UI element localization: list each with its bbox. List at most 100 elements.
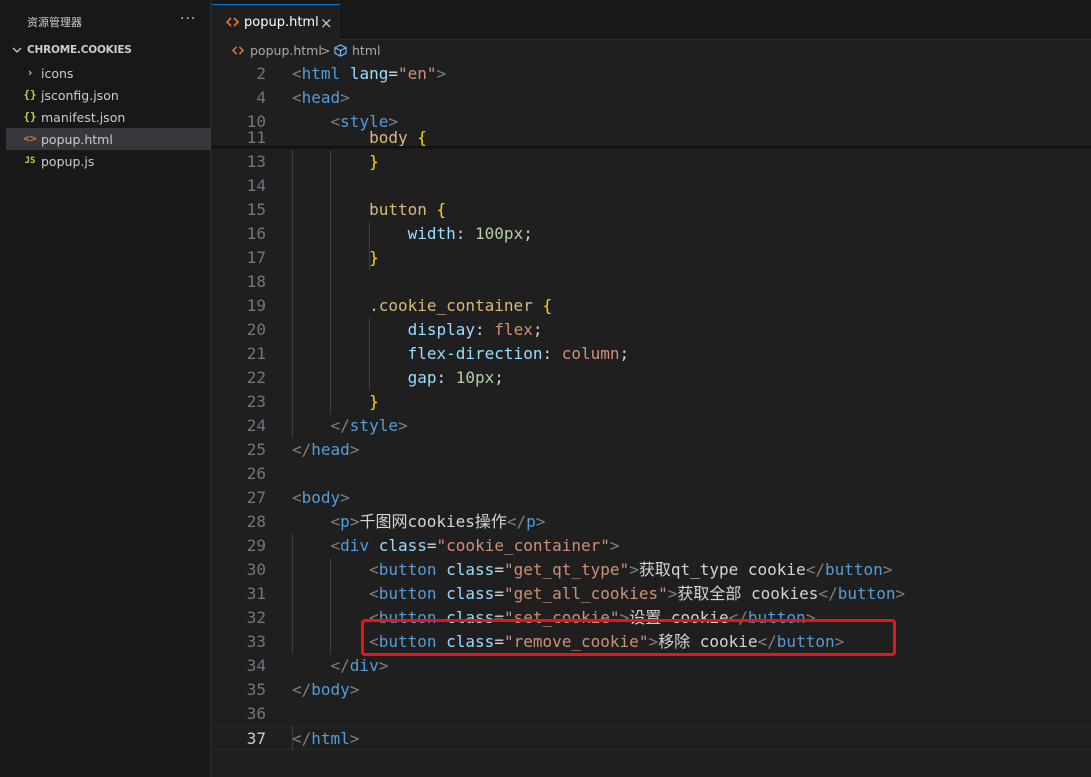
code-line[interactable]: 2 <html lang="en">: [212, 62, 1091, 86]
code-line[interactable]: 37 </html>: [212, 726, 1091, 750]
line-number: 24: [246, 416, 266, 435]
code-token: =: [494, 560, 504, 579]
code-token: >: [340, 488, 350, 507]
line-number: 4: [256, 88, 266, 107]
code-line[interactable]: 23 }: [212, 390, 1091, 414]
code-token: >: [895, 584, 906, 603]
code-line[interactable]: 19 .cookie_container {: [212, 294, 1091, 318]
code-line[interactable]: 17 }: [212, 246, 1091, 270]
code-token: <: [369, 584, 379, 603]
code-line[interactable]: 22 gap: 10px;: [212, 366, 1091, 390]
tree-item-popup-js[interactable]: JS popup.js: [6, 150, 211, 172]
code-token: </: [805, 560, 825, 579]
indent-guide: [330, 150, 331, 414]
code-line[interactable]: 20 display: flex;: [212, 318, 1091, 342]
code-line[interactable]: 35 </body>: [212, 678, 1091, 702]
explorer-title: 资源管理器: [27, 16, 82, 29]
code-token: :: [455, 224, 476, 243]
html-file-icon: [226, 17, 239, 27]
code-line[interactable]: 26: [212, 462, 1091, 486]
code-token: head: [311, 440, 350, 459]
tree-item-label: manifest.json: [41, 110, 126, 125]
code-token: </: [818, 584, 838, 603]
code-line[interactable]: 16 width: 100px;: [212, 222, 1091, 246]
close-icon[interactable]: ×: [320, 14, 333, 32]
code-token: column: [561, 344, 620, 363]
code-token: :: [475, 320, 495, 339]
line-code: width: 100px;: [292, 222, 533, 246]
line-code: </head>: [292, 438, 359, 462]
code-token: <: [292, 64, 302, 83]
code-line[interactable]: 29 <div class="cookie_container">: [212, 534, 1091, 558]
highlight-annotation-box: [361, 619, 896, 656]
code-token: class: [446, 584, 495, 603]
code-token: html: [301, 64, 341, 83]
code-line[interactable]: 21 flex-direction: column;: [212, 342, 1091, 366]
code-line[interactable]: 31 <button class="get_all_cookies">获取全部 …: [212, 582, 1091, 606]
tab-popup-html[interactable]: popup.html ×: [212, 4, 340, 40]
tree-item-icons-folder[interactable]: › icons: [6, 62, 211, 84]
code-token: "en": [397, 64, 437, 83]
json-file-icon: {}: [23, 88, 37, 101]
code-token: >: [629, 560, 639, 579]
code-token: </: [292, 729, 312, 748]
editor-tab-bar: popup.html ×: [212, 0, 1091, 40]
tree-item-label: popup.js: [41, 154, 95, 169]
line-code: <button class="get_all_cookies">获取全部 coo…: [292, 582, 905, 606]
code-line[interactable]: 13 }: [212, 150, 1091, 174]
code-line[interactable]: 24 </style>: [212, 414, 1091, 438]
line-number: 17: [246, 248, 266, 267]
tree-item-label: icons: [41, 66, 74, 81]
code-token: "get_qt_type": [503, 560, 630, 579]
workspace-folder[interactable]: CHROME.COOKIES: [0, 40, 211, 62]
workspace-folder-name: CHROME.COOKIES: [27, 44, 132, 56]
tree-item-jsconfig[interactable]: {} jsconfig.json: [6, 84, 211, 106]
code-line[interactable]: 30 <button class="get_qt_type">获取qt_type…: [212, 558, 1091, 582]
code-line[interactable]: 4 <head>: [212, 86, 1091, 110]
code-line[interactable]: 14: [212, 174, 1091, 198]
breadcrumb-file[interactable]: popup.html: [250, 43, 322, 58]
line-code: <p>千图网cookies操作</p>: [292, 510, 546, 534]
code-line[interactable]: 18: [212, 270, 1091, 294]
tree-item-popup-html[interactable]: <> popup.html: [6, 128, 211, 150]
code-token: ;: [619, 344, 630, 363]
line-number: 14: [246, 176, 266, 195]
code-token: <: [369, 560, 379, 579]
code-line[interactable]: 15 button {: [212, 198, 1091, 222]
code-token: button: [837, 584, 896, 603]
code-editor[interactable]: 2 <html lang="en"> 4 <head> 10 <style> 11 bod…: [212, 62, 1091, 777]
line-code: <body>: [292, 486, 350, 510]
code-line[interactable]: 25 </head>: [212, 438, 1091, 462]
indent-guide: [292, 726, 293, 750]
chevron-right-icon: ›: [26, 66, 34, 79]
code-token: ;: [523, 224, 533, 243]
line-code: </body>: [292, 678, 359, 702]
code-token: >: [349, 729, 360, 748]
code-token: body: [311, 680, 350, 699]
code-token: display: [407, 320, 476, 339]
line-code: }: [292, 390, 379, 414]
line-code: flex-direction: column;: [292, 342, 630, 366]
code-line[interactable]: 36: [212, 702, 1091, 726]
breadcrumb-symbol[interactable]: html: [352, 43, 380, 58]
code-token: gap: [407, 368, 437, 387]
code-line[interactable]: 28 <p>千图网cookies操作</p>: [212, 510, 1091, 534]
code-token: p: [340, 512, 350, 531]
code-token: >: [436, 64, 447, 83]
json-file-icon: {}: [23, 110, 37, 123]
line-code: </html>: [292, 727, 359, 751]
code-token: =: [494, 584, 504, 603]
code-token: button: [369, 200, 427, 219]
tree-item-manifest[interactable]: {} manifest.json: [6, 106, 211, 128]
code-token: <: [330, 512, 341, 531]
code-line[interactable]: 27 <body>: [212, 486, 1091, 510]
code-token: }: [369, 392, 379, 411]
code-line[interactable]: 34 </div>: [212, 654, 1091, 678]
more-actions-icon[interactable]: ···: [180, 11, 196, 27]
